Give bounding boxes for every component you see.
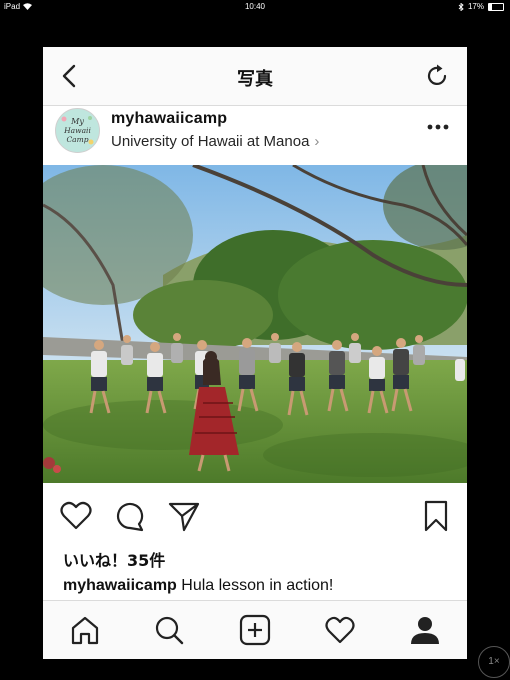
- post-photo[interactable]: [43, 165, 467, 483]
- location-label: University of Hawaii at Manoa: [111, 133, 310, 150]
- post-header: My Hawaii Camp myhawaiicamp University o…: [43, 106, 467, 164]
- caption-text: Hula lesson in action!: [176, 577, 334, 594]
- search-icon[interactable]: [153, 614, 185, 646]
- avatar-logo: My Hawaii Camp: [56, 109, 99, 152]
- more-options-icon[interactable]: [423, 120, 453, 134]
- profile-icon[interactable]: [409, 614, 441, 646]
- svg-text:Hawaii: Hawaii: [63, 126, 91, 135]
- battery-percent: 17%: [467, 2, 484, 11]
- likes-count[interactable]: いいね！35件: [63, 547, 165, 571]
- tab-bar: [43, 600, 467, 659]
- bluetooth-icon: [458, 2, 464, 11]
- caption-username[interactable]: myhawaiicamp: [63, 577, 177, 594]
- comment-icon[interactable]: [113, 499, 147, 533]
- svg-text:My: My: [70, 117, 84, 126]
- refresh-icon[interactable]: [423, 62, 451, 90]
- post-username[interactable]: myhawaiicamp: [111, 110, 227, 128]
- post-caption: myhawaiicamp Hula lesson in action!: [63, 577, 333, 595]
- home-icon[interactable]: [69, 614, 101, 646]
- app-screen: 写真 My Hawaii Camp myhawaiicamp Universit…: [43, 47, 467, 659]
- status-bar: iPad 10:40 17%: [0, 0, 510, 14]
- bookmark-icon[interactable]: [419, 499, 453, 533]
- post-location[interactable]: University of Hawaii at Manoa ›: [111, 133, 319, 150]
- heart-icon[interactable]: [59, 499, 93, 533]
- nav-bar: 写真: [43, 47, 467, 106]
- chevron-right-icon: ›: [314, 133, 320, 150]
- activity-heart-icon[interactable]: [324, 614, 356, 646]
- zoom-toggle-button[interactable]: 1×: [478, 646, 510, 678]
- hula-lesson-photo: [43, 165, 467, 483]
- add-post-icon[interactable]: [239, 614, 271, 646]
- avatar[interactable]: My Hawaii Camp: [55, 108, 100, 153]
- post-actions: [43, 499, 467, 535]
- svg-text:Camp: Camp: [66, 135, 88, 144]
- share-icon[interactable]: [167, 499, 201, 533]
- page-title: 写真: [237, 69, 273, 90]
- clock: 10:40: [244, 2, 266, 11]
- battery-icon: [488, 2, 504, 11]
